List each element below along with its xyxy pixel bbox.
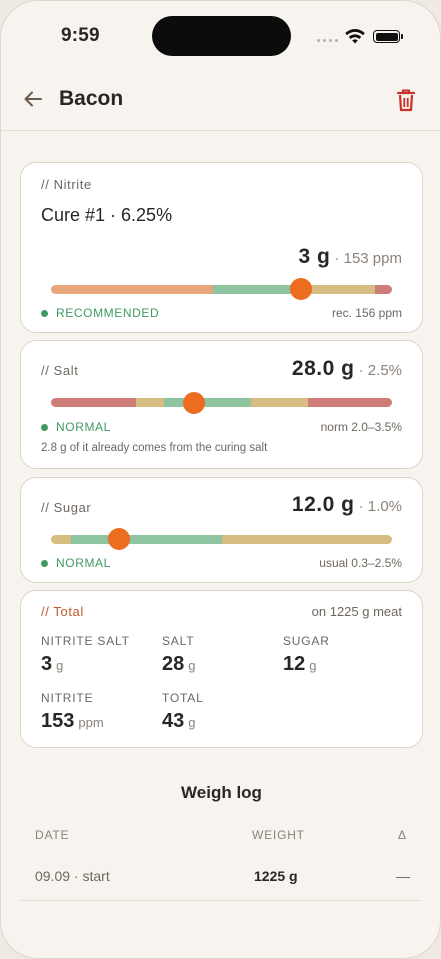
trash-icon <box>396 89 416 112</box>
total-meat: on 1225 g meat <box>311 604 402 619</box>
salt-percent: · 2.5% <box>358 362 402 379</box>
total-value-total: 43 g <box>162 710 196 732</box>
status-dot <box>41 309 48 317</box>
sugar-tag: // Sugar <box>41 500 92 515</box>
nitrite-recommendation: rec. 156 ppm <box>331 306 402 320</box>
total-label-nitrite-salt: NITRITE SALT <box>41 634 130 648</box>
total-value-nitrite: 153 ppm <box>41 710 104 732</box>
total-label-salt: SALT <box>162 634 195 648</box>
sugar-usual: usual 0.3–2.5% <box>319 556 402 570</box>
total-value-sugar: 12 g <box>283 653 317 675</box>
salt-slider-thumb[interactable] <box>183 392 205 414</box>
nitrite-status: RECOMMENDED <box>41 306 159 320</box>
salt-tag: // Salt <box>41 363 79 378</box>
nitrite-slider-track[interactable] <box>51 285 392 294</box>
arrow-left-icon <box>24 91 42 107</box>
phone-screen: 9:59 Bacon // Nitrite Cure #1 · 6.25% 3 … <box>0 0 441 959</box>
total-label-sugar: SUGAR <box>283 634 330 648</box>
weigh-log-title: Weigh log <box>181 783 262 802</box>
column-header-weight: WEIGHT <box>252 828 305 842</box>
table-row-divider <box>20 900 422 901</box>
nitrite-card: // Nitrite Cure #1 · 6.25% 3 g · 153 ppm… <box>20 162 423 333</box>
back-button[interactable] <box>21 87 45 111</box>
sugar-status-label: NORMAL <box>56 556 111 570</box>
total-value-salt: 28 g <box>162 653 196 675</box>
sugar-percent: · 1.0% <box>358 498 402 515</box>
total-card: // Total on 1225 g meat NITRITE SALT 3g … <box>20 590 423 748</box>
header-divider <box>1 130 440 131</box>
sugar-slider-track[interactable] <box>51 535 392 544</box>
total-tag: // Total <box>41 604 84 619</box>
status-time: 9:59 <box>61 25 100 46</box>
wifi-icon <box>345 29 365 44</box>
sugar-card: // Sugar 12.0 g · 1.0% NORMAL usual 0.3–… <box>20 477 423 583</box>
dynamic-island <box>152 16 291 56</box>
nitrite-amount: 3 g · 153 ppm <box>298 245 402 269</box>
delete-button[interactable] <box>394 87 418 113</box>
salt-status: NORMAL <box>41 420 111 434</box>
salt-status-label: NORMAL <box>56 420 111 434</box>
salt-grams: 28.0 g <box>291 357 355 380</box>
nitrite-ppm: · 153 ppm <box>334 250 402 267</box>
log-row-weight: 1225 g <box>254 868 298 884</box>
column-header-date: DATE <box>35 828 70 842</box>
salt-note: 2.8 g of it already comes from the curin… <box>41 442 268 454</box>
status-dot <box>41 559 48 567</box>
nitrite-grams: 3 g <box>298 245 331 268</box>
nitrite-status-label: RECOMMENDED <box>56 306 160 320</box>
log-row-delta: — <box>396 868 410 884</box>
cure-selector[interactable]: Cure #1 · 6.25% <box>41 205 172 226</box>
nitrite-tag: // Nitrite <box>41 177 92 192</box>
log-row-date[interactable]: 09.09 · start <box>35 868 110 884</box>
sugar-amount: 12.0 g · 1.0% <box>292 493 402 517</box>
battery-icon <box>373 30 403 43</box>
salt-norm: norm 2.0–3.5% <box>320 420 402 434</box>
status-dot <box>41 423 48 431</box>
salt-amount: 28.0 g · 2.5% <box>292 357 402 381</box>
column-header-delta: Δ <box>398 828 407 842</box>
sugar-grams: 12.0 g <box>291 493 355 516</box>
total-value-nitrite-salt: 3g <box>41 653 64 675</box>
nitrite-slider-thumb[interactable] <box>290 278 312 300</box>
sugar-status: NORMAL <box>41 556 111 570</box>
sugar-slider-thumb[interactable] <box>108 528 130 550</box>
salt-card: // Salt 28.0 g · 2.5% NORMAL norm 2.0–3.… <box>20 340 423 469</box>
total-label-nitrite: NITRITE <box>41 691 94 705</box>
page-title: Bacon <box>59 87 124 110</box>
salt-slider-track[interactable] <box>51 398 392 407</box>
total-label-total: TOTAL <box>162 691 204 705</box>
cellular-signal-icon <box>317 39 338 42</box>
